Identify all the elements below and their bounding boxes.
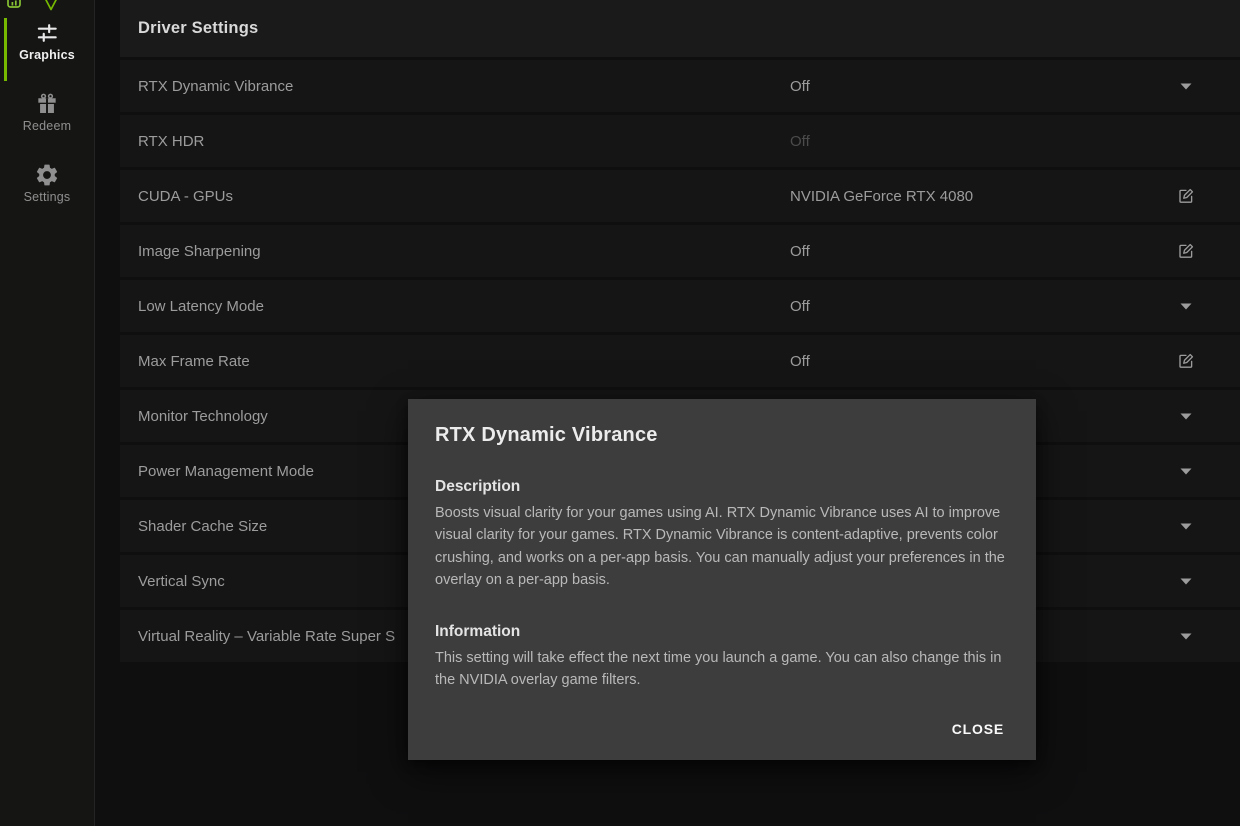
setting-label: RTX HDR	[138, 132, 205, 150]
chevron-down-icon[interactable]	[1176, 461, 1196, 481]
setting-label: Max Frame Rate	[138, 352, 250, 370]
sliders-icon	[37, 24, 57, 42]
setting-value[interactable]: Off	[790, 133, 810, 150]
setting-value[interactable]: Off	[790, 243, 810, 260]
gear-icon	[36, 164, 58, 186]
settings-row[interactable]: CUDA - GPUs NVIDIA GeForce RTX 4080	[120, 170, 1240, 222]
setting-label: CUDA - GPUs	[138, 187, 234, 205]
clipped-green-icon-1[interactable]	[7, 0, 21, 9]
setting-label: RTX Dynamic Vibrance	[138, 77, 294, 95]
chevron-down-icon[interactable]	[1176, 296, 1196, 316]
setting-value[interactable]: Off	[790, 78, 810, 95]
chevron-down-icon[interactable]	[1176, 406, 1196, 426]
sidebar: Graphics Redeem Settings	[0, 0, 95, 826]
settings-row[interactable]: Image Sharpening Off	[120, 225, 1240, 277]
clipped-toolbar-icons	[0, 0, 94, 12]
modal-title: RTX Dynamic Vibrance	[435, 424, 658, 446]
chevron-down-icon[interactable]	[1176, 76, 1196, 96]
chevron-down-icon[interactable]	[1176, 571, 1196, 591]
sidebar-item-label: Settings	[23, 190, 71, 204]
settings-row[interactable]: Low Latency Mode Off	[120, 280, 1240, 332]
setting-value[interactable]: Off	[790, 353, 810, 370]
sidebar-item-label: Graphics	[19, 48, 75, 62]
setting-value[interactable]: Off	[790, 298, 810, 315]
page-title: Driver Settings	[138, 19, 259, 37]
edit-icon[interactable]	[1176, 186, 1196, 206]
setting-label: Image Sharpening	[138, 242, 261, 260]
edit-icon[interactable]	[1176, 241, 1196, 261]
sidebar-item-label: Redeem	[22, 119, 72, 133]
close-button[interactable]: CLOSE	[948, 715, 1008, 743]
sidebar-item-redeem[interactable]: Redeem	[0, 91, 94, 133]
settings-row[interactable]: Max Frame Rate Off	[120, 335, 1240, 387]
settings-row[interactable]: RTX HDR Off	[120, 115, 1240, 167]
settings-row[interactable]: RTX Dynamic Vibrance Off	[120, 60, 1240, 112]
clipped-green-icon-2[interactable]	[44, 0, 58, 11]
edit-icon[interactable]	[1176, 351, 1196, 371]
information-text: This setting will take effect the next t…	[435, 649, 1002, 689]
gift-icon	[38, 93, 56, 113]
setting-label: Low Latency Mode	[138, 297, 264, 315]
chevron-down-icon[interactable]	[1176, 626, 1196, 646]
description-heading: Description	[435, 478, 521, 495]
chevron-down-icon[interactable]	[1176, 516, 1196, 536]
setting-value[interactable]: NVIDIA GeForce RTX 4080	[790, 188, 973, 205]
setting-info-modal: RTX Dynamic Vibrance Description Boosts …	[408, 399, 1036, 760]
sidebar-item-graphics[interactable]: Graphics	[0, 20, 94, 62]
sidebar-item-settings[interactable]: Settings	[0, 162, 94, 204]
description-text: Boosts visual clarity for your games usi…	[435, 505, 1005, 589]
information-heading: Information	[435, 622, 521, 640]
page-header: Driver Settings	[120, 0, 1240, 57]
